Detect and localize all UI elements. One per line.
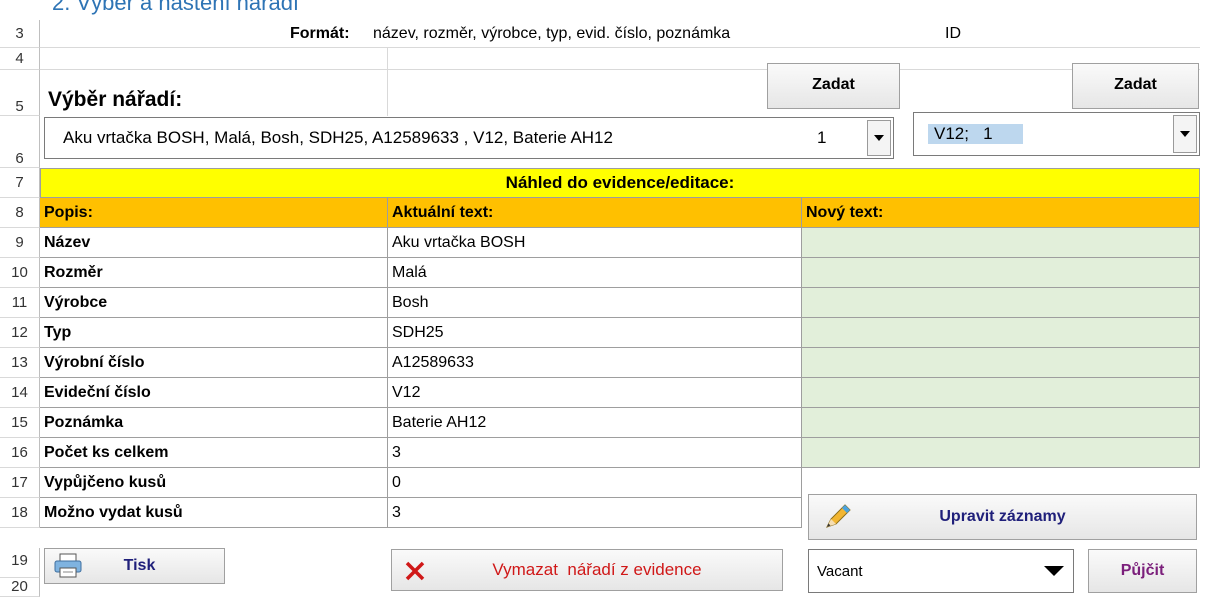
row-number: 19: [0, 548, 40, 578]
status-select[interactable]: Vacant: [808, 549, 1074, 593]
row-label: Možno vydat kusů: [40, 498, 388, 528]
edit-records-label: Upravit záznamy: [939, 508, 1066, 525]
row-label: Název: [40, 228, 388, 258]
tool-select-value: Aku vrtačka BOSH, Malá, Bosh, SDH25, A12…: [63, 128, 613, 147]
row-current-value: Aku vrtačka BOSH: [388, 228, 802, 258]
column-header-novy: Nový text:: [802, 198, 1200, 228]
print-label: Tisk: [123, 557, 156, 574]
format-row: Formát: název, rozměr, výrobce, typ, evi…: [40, 20, 1200, 48]
row-new-value-input[interactable]: [802, 228, 1200, 258]
row-number: 10: [0, 258, 40, 288]
column-divider: [387, 48, 388, 116]
format-label: Formát:: [290, 24, 350, 42]
row-current-value: V12: [388, 378, 802, 408]
chevron-down-icon[interactable]: [867, 120, 891, 156]
row-number: 14: [0, 378, 40, 408]
preview-title: Náhled do evidence/editace:: [40, 168, 1200, 198]
row-number: 5: [0, 70, 40, 116]
row-number: 4: [0, 48, 40, 70]
empty-row: [40, 48, 1200, 70]
print-button[interactable]: Tisk: [44, 548, 225, 584]
close-icon: [404, 560, 426, 587]
row-label: Výrobní číslo: [40, 348, 388, 378]
row-label: Poznámka: [40, 408, 388, 438]
row-current-value: 3: [388, 438, 802, 468]
row-label: Vypůjčeno kusů: [40, 468, 388, 498]
row-new-value-input[interactable]: [802, 258, 1200, 288]
row-current-value: Bosh: [388, 288, 802, 318]
format-text: název, rozměr, výrobce, typ, evid. číslo…: [373, 24, 731, 42]
row-number: 12: [0, 318, 40, 348]
status-select-value: Vacant: [817, 562, 863, 580]
row-label: Evideční číslo: [40, 378, 388, 408]
row-current-value: SDH25: [388, 318, 802, 348]
row-current-value: 3: [388, 498, 802, 528]
zadat-button-1[interactable]: Zadat: [767, 63, 900, 109]
row-number: 3: [0, 20, 40, 48]
lend-button[interactable]: Půjčit: [1088, 549, 1197, 593]
delete-tool-label: Vymazat nářadí z evidence: [492, 560, 702, 579]
row-new-value-input[interactable]: [802, 378, 1200, 408]
row-label: Rozměr: [40, 258, 388, 288]
row-label: Výrobce: [40, 288, 388, 318]
row-number: 20: [0, 578, 40, 597]
row-number: 9: [0, 228, 40, 258]
row-number: 17: [0, 468, 40, 498]
selection-label: Výběr nářadí:: [48, 88, 183, 111]
delete-tool-button[interactable]: Vymazat nářadí z evidence: [391, 549, 783, 591]
row-current-value: Malá: [388, 258, 802, 288]
row-number: 15: [0, 408, 40, 438]
row-current-value: Baterie AH12: [388, 408, 802, 438]
column-header-aktualni: Aktuální text:: [388, 198, 802, 228]
row-new-value-input[interactable]: [802, 438, 1200, 468]
row-number: 16: [0, 438, 40, 468]
tool-select[interactable]: Aku vrtačka BOSH, Malá, Bosh, SDH25, A12…: [44, 117, 894, 159]
row-current-value: A12589633: [388, 348, 802, 378]
row-number: 18: [0, 498, 40, 528]
row-label: Počet ks celkem: [40, 438, 388, 468]
chevron-down-icon[interactable]: [1173, 115, 1197, 153]
pencil-icon: [823, 503, 853, 536]
row-new-value-input[interactable]: [802, 318, 1200, 348]
column-header-popis: Popis:: [40, 198, 388, 228]
edit-records-button[interactable]: Upravit záznamy: [808, 494, 1197, 540]
row-current-value: 0: [388, 468, 802, 498]
id-select-value: V12; 1: [928, 124, 1023, 144]
row-new-value-input[interactable]: [802, 348, 1200, 378]
row-number: 7: [0, 168, 40, 198]
row-new-value-input[interactable]: [802, 408, 1200, 438]
id-select[interactable]: V12; 1: [913, 112, 1200, 156]
chevron-down-icon[interactable]: [1037, 552, 1071, 590]
row-number: 13: [0, 348, 40, 378]
format-id: ID: [945, 24, 961, 42]
row-label: Typ: [40, 318, 388, 348]
printer-icon: [53, 553, 83, 584]
section-heading: 2. Výběr a nastení nářadí: [52, 0, 300, 15]
row-number: 11: [0, 288, 40, 318]
row-number: 6: [0, 116, 40, 168]
row-new-value-input[interactable]: [802, 288, 1200, 318]
zadat-button-2[interactable]: Zadat: [1072, 63, 1199, 109]
tool-select-count: 1: [817, 128, 827, 147]
row-number: 8: [0, 198, 40, 228]
